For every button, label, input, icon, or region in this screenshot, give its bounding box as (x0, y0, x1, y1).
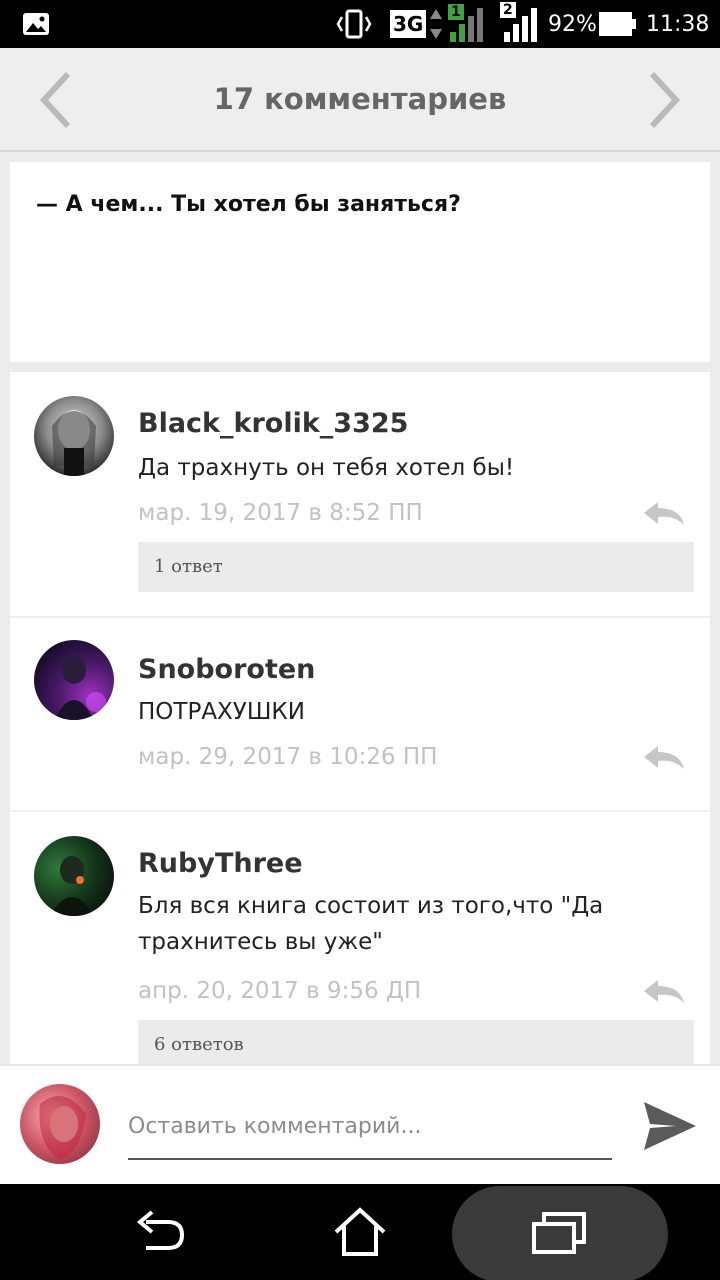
vibrate-icon (336, 0, 372, 48)
comments-list[interactable]: Black_krolik_3325 Да трахнуть он тебя хо… (10, 372, 710, 1064)
comment-author[interactable]: Snoboroten (138, 654, 315, 685)
battery-icon (598, 0, 638, 48)
comment-text: Бля вся книга состоит из того,что "Да тр… (138, 893, 604, 955)
send-button[interactable] (640, 1098, 698, 1154)
home-icon (334, 1207, 386, 1256)
back-button[interactable] (120, 1184, 200, 1280)
home-button[interactable] (320, 1184, 400, 1280)
reply-button[interactable] (642, 978, 686, 1006)
send-icon (644, 1102, 696, 1150)
data-arrows-icon (428, 0, 444, 48)
comment-timestamp: апр. 20, 2017 в 9:56 ДП (138, 978, 422, 1004)
quoted-paragraph-card: — А чем... Ты хотел бы заняться? (10, 162, 710, 362)
comment-timestamp: мар. 19, 2017 в 8:52 ПП (138, 500, 423, 526)
reply-button[interactable] (642, 500, 686, 528)
system-navigation-bar (0, 1184, 720, 1280)
signal-sim1-icon: 1 (446, 0, 488, 48)
quoted-paragraph-text: — А чем... Ты хотел бы заняться? (36, 192, 461, 217)
comment-item: RubyThree Бля вся книга состоит из того,… (10, 812, 710, 1064)
recent-apps-icon (532, 1212, 586, 1254)
comment-input[interactable] (128, 1104, 612, 1160)
reply-icon (644, 746, 684, 769)
comment-text: ПОТРАХУШКИ (138, 699, 305, 725)
comments-header: 17 комментариев (0, 48, 720, 152)
avatar[interactable] (34, 396, 114, 476)
reply-button[interactable] (642, 744, 686, 772)
comment-item: Black_krolik_3325 Да трахнуть он тебя хо… (10, 372, 710, 618)
avatar[interactable] (34, 836, 114, 916)
comment-timestamp: мар. 29, 2017 в 10:26 ПП (138, 744, 438, 770)
comment-item: Snoboroten ПОТРАХУШКИ мар. 29, 2017 в 10… (10, 618, 710, 812)
avatar[interactable] (34, 640, 114, 720)
back-icon (136, 1210, 185, 1250)
reply-icon (644, 502, 684, 525)
battery-percent: 92% (548, 11, 597, 37)
replies-toggle[interactable]: 1 ответ (138, 542, 694, 592)
avatar (20, 1084, 100, 1164)
chevron-left-icon (39, 71, 71, 129)
next-chapter-button[interactable] (642, 70, 686, 130)
gallery-notification-icon (22, 0, 50, 48)
reply-icon (644, 980, 684, 1003)
chevron-right-icon (649, 71, 681, 129)
page-title: 17 комментариев (213, 82, 507, 116)
recent-apps-button[interactable] (452, 1186, 668, 1280)
prev-chapter-button[interactable] (34, 70, 78, 130)
screen: 3G 1 2 92% 11:38 17 комментариев — А чем… (0, 0, 720, 1280)
comment-author[interactable]: RubyThree (138, 848, 303, 879)
clock: 11:38 (646, 11, 710, 37)
network-type: 3G (390, 0, 427, 48)
comment-text: Да трахнуть он тебя хотел бы! (138, 455, 515, 481)
comment-author[interactable]: Black_krolik_3325 (138, 408, 408, 439)
replies-toggle[interactable]: 6 ответов (138, 1020, 694, 1064)
compose-bar (0, 1064, 720, 1184)
status-bar: 3G 1 2 92% 11:38 (0, 0, 720, 48)
signal-sim2-icon: 2 (500, 0, 540, 48)
